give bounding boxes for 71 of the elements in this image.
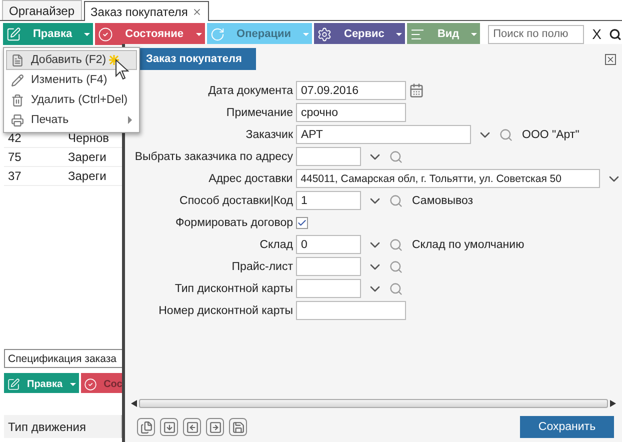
column-header[interactable]: Тип движения bbox=[4, 415, 122, 438]
toolbar-button[interactable]: Состояние bbox=[95, 23, 205, 45]
field-label: Прайс-лист bbox=[230, 260, 293, 272]
field-label: Выбрать заказчика по адресу bbox=[134, 150, 293, 162]
dialog-title: Заказ покупателя bbox=[138, 48, 256, 70]
field-label: Примечание bbox=[225, 106, 293, 118]
horizontal-scrollbar[interactable] bbox=[131, 398, 616, 408]
toolbar-button[interactable]: Правка bbox=[3, 23, 94, 45]
toolbar-button-icon bbox=[410, 26, 426, 42]
field-label: Заказчик bbox=[244, 128, 293, 140]
input-field[interactable]: АРТ bbox=[296, 125, 471, 144]
toolbar-button-icon bbox=[84, 378, 97, 390]
search-icon[interactable] bbox=[609, 26, 622, 42]
toolbar-button-icon bbox=[98, 26, 114, 42]
table-cell-text: 75 bbox=[7, 150, 22, 164]
toolbar-button[interactable]: Сервис bbox=[314, 23, 406, 45]
table-cell-text: Чернов bbox=[67, 131, 110, 145]
input-field[interactable] bbox=[296, 147, 361, 166]
field-label: Склад bbox=[258, 238, 293, 250]
close-button[interactable] bbox=[605, 54, 616, 64]
close-icon[interactable] bbox=[192, 6, 202, 16]
field-label: Способ доставки|Код bbox=[178, 194, 293, 206]
input-field[interactable] bbox=[296, 301, 406, 320]
field-label: Тип дисконтной карты bbox=[174, 282, 293, 294]
input-field[interactable] bbox=[296, 257, 361, 276]
tab[interactable]: Заказ покупателя bbox=[84, 1, 209, 21]
menu-item-icon bbox=[11, 94, 24, 106]
save-icon[interactable] bbox=[229, 418, 247, 436]
input-field[interactable]: 0 bbox=[296, 235, 361, 254]
table-cell-text: Зареги bbox=[67, 169, 108, 183]
search-field[interactable]: Поиск по полю bbox=[488, 24, 584, 44]
toolbar-button[interactable]: Правка bbox=[4, 373, 79, 393]
input-field[interactable]: 07.09.2016 bbox=[296, 81, 406, 100]
field-label: Формировать договор bbox=[174, 216, 293, 228]
toolbar-button-icon bbox=[6, 26, 21, 42]
menu-item[interactable]: Добавить (F2) bbox=[6, 50, 137, 70]
scroll-right-arrow-icon[interactable] bbox=[610, 400, 616, 406]
menu-item[interactable]: Печать bbox=[6, 110, 137, 130]
input-field[interactable]: 1 bbox=[296, 191, 361, 210]
menu-item[interactable]: Удалить (Ctrl+Del) bbox=[6, 90, 137, 110]
input-field[interactable]: 445011, Самарская обл, г. Тольятти, ул. Советская 50 bbox=[296, 169, 600, 188]
table-cell-text: 42 bbox=[7, 131, 22, 145]
toolbar-button-icon bbox=[7, 378, 20, 390]
toolbar-button-icon bbox=[210, 26, 225, 42]
download-icon[interactable] bbox=[160, 418, 178, 436]
menu-item-icon bbox=[11, 54, 24, 66]
import-icon[interactable] bbox=[183, 418, 201, 436]
menu-item-icon bbox=[11, 114, 24, 126]
toolbar-button-icon bbox=[317, 26, 332, 42]
input-field[interactable] bbox=[296, 279, 361, 298]
panel-title: Спецификация заказа bbox=[4, 349, 122, 368]
clear-button[interactable]: X bbox=[592, 26, 602, 42]
field-note: ООО "Арт" bbox=[522, 128, 580, 140]
field-note: Самовывоз bbox=[412, 194, 474, 206]
menu-item-icon bbox=[11, 74, 24, 86]
checkbox[interactable] bbox=[296, 216, 308, 228]
field-label: Номер дисконтной карты bbox=[158, 304, 293, 316]
field-label: Дата документа bbox=[207, 84, 293, 96]
save-button[interactable]: Сохранить bbox=[520, 416, 614, 438]
table-cell-text: 37 bbox=[7, 169, 22, 183]
copy-icon[interactable] bbox=[137, 418, 155, 436]
field-note: Склад по умолчанию bbox=[412, 238, 524, 250]
calendar-icon[interactable] bbox=[409, 83, 424, 98]
table-cell-text: Зареги bbox=[67, 150, 108, 164]
input-field[interactable]: срочно bbox=[296, 103, 406, 122]
submenu-arrow-icon bbox=[128, 116, 132, 124]
menu-item[interactable]: Изменить (F4) bbox=[6, 70, 137, 90]
field-label: Адрес доставки bbox=[208, 172, 293, 184]
scroll-left-arrow-icon[interactable] bbox=[131, 400, 137, 406]
tab[interactable]: Органайзер bbox=[2, 0, 82, 20]
export-icon[interactable] bbox=[206, 418, 224, 436]
